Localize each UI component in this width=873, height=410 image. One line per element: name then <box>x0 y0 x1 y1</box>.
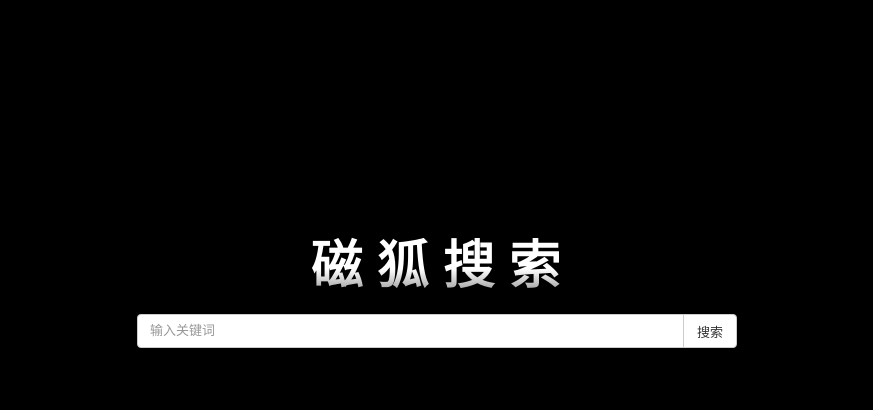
search-input[interactable] <box>137 314 683 348</box>
site-logo: 磁狐搜索 <box>0 236 873 296</box>
search-button[interactable]: 搜索 <box>683 314 737 348</box>
page: 磁狐搜索 搜索 <box>0 0 873 410</box>
search-form: 搜索 <box>137 314 737 348</box>
